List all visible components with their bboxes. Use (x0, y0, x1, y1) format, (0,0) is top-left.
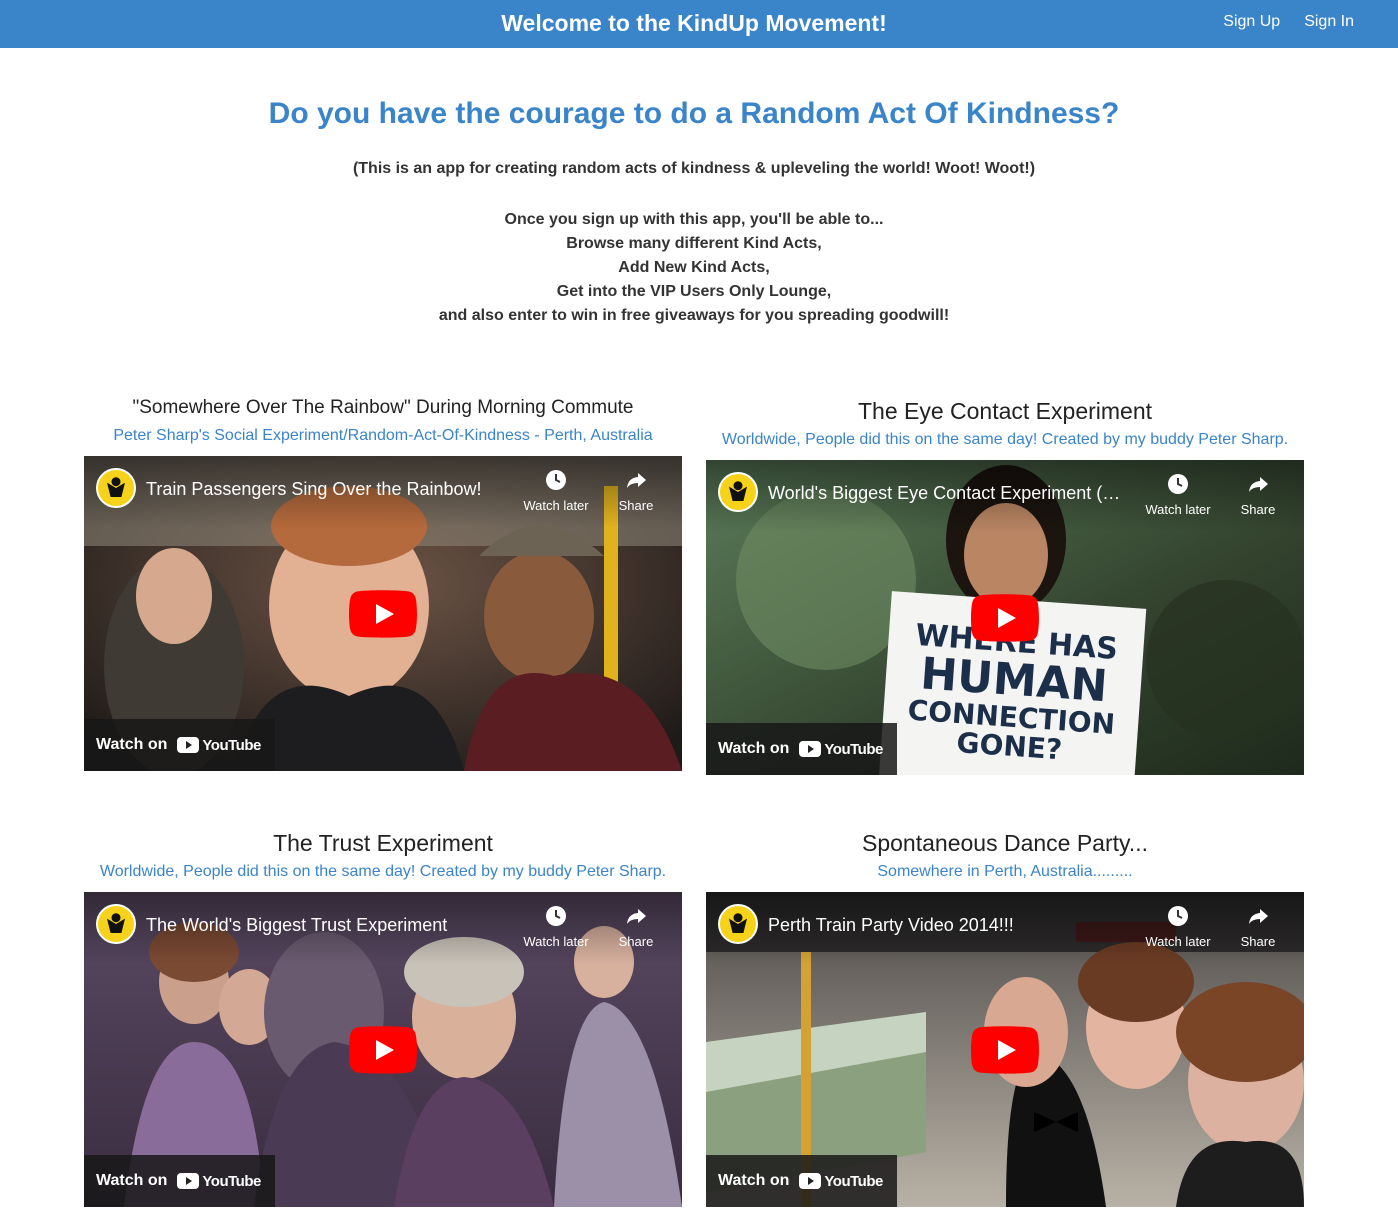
watch-later-button[interactable]: Watch later (1138, 904, 1218, 949)
feature-line: Browse many different Kind Acts, (566, 235, 822, 252)
watch-on-youtube-button[interactable]: Watch on YouTube (706, 723, 897, 775)
feature-line: Get into the VIP Users Only Lounge, (556, 283, 832, 300)
watch-on-label: Watch on (96, 736, 168, 753)
feature-line: Once you sign up with this app, you'll b… (504, 211, 884, 228)
youtube-logo: YouTube (799, 741, 883, 758)
hero-subtitle: (This is an app for creating random acts… (352, 160, 1036, 177)
share-icon (1249, 477, 1268, 492)
brand-title[interactable]: Welcome to the KindUp Movement! (0, 10, 1388, 37)
feature-line: and also enter to win in free giveaways … (438, 307, 950, 324)
sign-in-link[interactable]: Sign In (1304, 13, 1354, 31)
video-card-subtitle: Somewhere in Perth, Australia......... (877, 863, 1133, 880)
watch-later-button[interactable]: Watch later (516, 468, 596, 513)
watch-later-label: Watch later (1145, 502, 1211, 517)
watch-later-label: Watch later (523, 934, 589, 949)
channel-avatar[interactable] (718, 472, 758, 512)
clock-icon (546, 906, 566, 926)
channel-avatar[interactable] (96, 904, 136, 944)
channel-avatar[interactable] (96, 468, 136, 508)
clock-icon (546, 470, 566, 490)
youtube-logo: YouTube (177, 1173, 261, 1190)
play-icon[interactable] (971, 594, 1039, 642)
youtube-icon (177, 737, 200, 753)
youtube-icon (799, 741, 822, 757)
video-card-title: The Eye Contact Experiment (857, 398, 1153, 424)
share-button[interactable]: Share (1218, 904, 1298, 949)
video-embed-trust[interactable]: The World's Biggest Trust Experiment Wat… (84, 892, 682, 1207)
video-card-subtitle: Worldwide, People did this on the same d… (721, 431, 1289, 448)
feature-list: Once you sign up with this app, you'll b… (0, 208, 1388, 328)
watch-on-youtube-button[interactable]: Watch on YouTube (84, 719, 275, 771)
watch-later-label: Watch later (1145, 934, 1211, 949)
watch-on-youtube-button[interactable]: Watch on YouTube (84, 1155, 275, 1207)
youtube-logo: YouTube (177, 737, 261, 754)
video-embed-rainbow[interactable]: Train Passengers Sing Over the Rainbow! … (84, 456, 682, 771)
video-title[interactable]: Train Passengers Sing Over the Rainbow! (146, 479, 506, 500)
watch-on-label: Watch on (718, 740, 790, 757)
share-button[interactable]: Share (1218, 472, 1298, 517)
channel-avatar[interactable] (718, 904, 758, 944)
play-icon[interactable] (349, 590, 417, 638)
video-card-title: "Somewhere Over The Rainbow" During Morn… (132, 397, 634, 418)
watch-on-label: Watch on (96, 1172, 168, 1189)
watch-later-button[interactable]: Watch later (1138, 472, 1218, 517)
watch-later-label: Watch later (523, 498, 589, 513)
play-icon[interactable] (971, 1026, 1039, 1074)
navbar: Welcome to the KindUp Movement! Sign Up … (0, 0, 1398, 48)
youtube-icon (799, 1173, 822, 1189)
play-icon[interactable] (349, 1026, 417, 1074)
video-card-title: Spontaneous Dance Party... (862, 830, 1148, 856)
share-label: Share (618, 498, 654, 513)
share-button[interactable]: Share (596, 904, 676, 949)
clock-icon (1168, 474, 1188, 494)
clock-icon (1168, 906, 1188, 926)
video-card-title: The Trust Experiment (273, 830, 493, 856)
youtube-icon (177, 1173, 200, 1189)
share-icon (1249, 909, 1268, 924)
video-card-subtitle: Peter Sharp's Social Experiment/Random-A… (113, 427, 653, 444)
video-embed-dance-party[interactable]: Perth Train Party Video 2014!!! Watch la… (706, 892, 1304, 1207)
share-icon (627, 909, 646, 924)
sign-up-link[interactable]: Sign Up (1223, 13, 1280, 31)
share-icon (627, 473, 646, 488)
watch-later-button[interactable]: Watch later (516, 904, 596, 949)
watch-on-label: Watch on (718, 1172, 790, 1189)
watch-on-youtube-button[interactable]: Watch on YouTube (706, 1155, 897, 1207)
video-title[interactable]: World's Biggest Eye Contact Experiment (… (768, 483, 1128, 504)
share-label: Share (1240, 934, 1276, 949)
share-button[interactable]: Share (596, 468, 676, 513)
share-label: Share (618, 934, 654, 949)
hero-title: Do you have the courage to do a Random A… (268, 97, 1120, 130)
feature-line: Add New Kind Acts, (618, 259, 770, 276)
video-card-subtitle: Worldwide, People did this on the same d… (99, 863, 667, 880)
share-label: Share (1240, 502, 1276, 517)
youtube-logo: YouTube (799, 1173, 883, 1190)
nav-links: Sign Up Sign In (1223, 13, 1354, 31)
video-title[interactable]: The World's Biggest Trust Experiment (146, 915, 506, 936)
video-embed-eye-contact[interactable]: WHERE HAS HUMAN CONNECTION GONE? World's… (706, 460, 1304, 775)
video-title[interactable]: Perth Train Party Video 2014!!! (768, 915, 1128, 936)
